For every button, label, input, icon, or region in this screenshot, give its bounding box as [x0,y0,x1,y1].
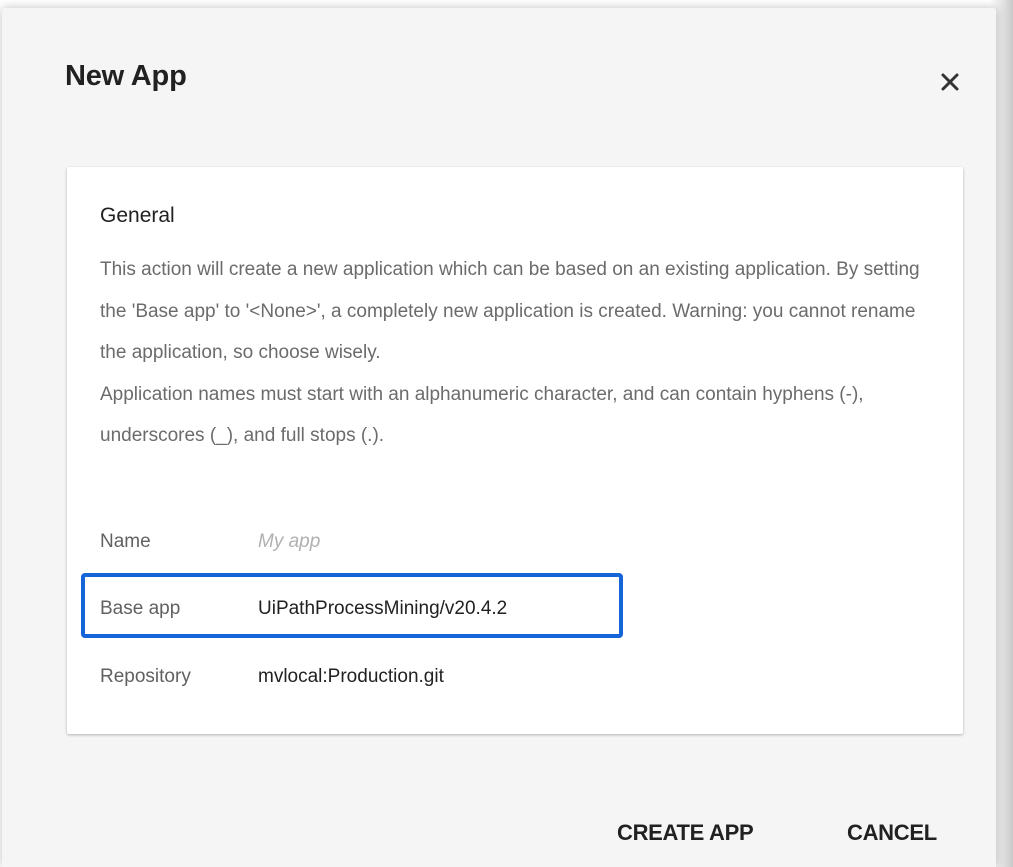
description-text: This action will create a new applicatio… [100,249,930,457]
cancel-button[interactable]: CANCEL [847,811,937,855]
repository-label: Repository [100,666,191,687]
close-icon [941,73,959,91]
name-input[interactable] [258,531,558,553]
repository-field-row: Repository mvlocal:Production.git [100,657,444,697]
close-button[interactable] [928,60,972,104]
section-heading-general: General [100,204,175,227]
description-paragraph-2: Application names must start with an alp… [100,383,864,447]
new-app-dialog: New App General This action will create … [2,8,996,867]
create-app-button[interactable]: CREATE APP [617,811,754,855]
dialog-title: New App [65,60,187,92]
base-app-highlight [81,573,623,638]
description-paragraph-1: This action will create a new applicatio… [100,259,920,363]
general-card: General This action will create a new ap… [67,167,963,734]
name-label: Name [100,531,151,552]
name-field-row: Name [100,522,558,562]
repository-value[interactable]: mvlocal:Production.git [258,666,444,688]
